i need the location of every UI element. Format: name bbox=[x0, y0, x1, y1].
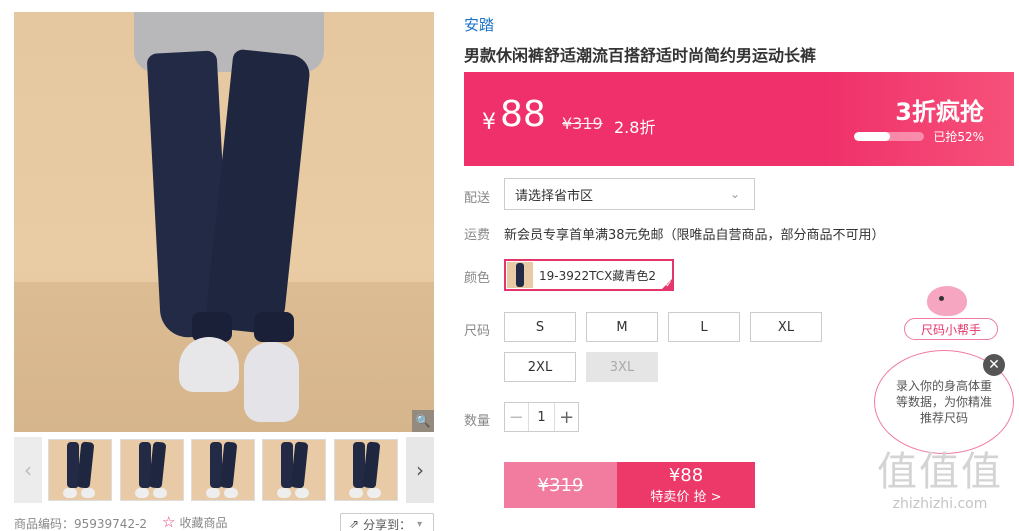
thumbnail[interactable] bbox=[334, 439, 398, 501]
size-label: 尺码 bbox=[464, 324, 491, 339]
color-label: 颜色 bbox=[464, 271, 491, 286]
size-helper-tag[interactable]: 尺码小帮手 bbox=[904, 318, 998, 340]
thumbnail[interactable] bbox=[191, 439, 255, 501]
close-icon[interactable]: ✕ bbox=[983, 354, 1005, 376]
size-option-s[interactable]: S bbox=[504, 312, 576, 342]
chevron-down-icon: ⌄ bbox=[729, 187, 740, 201]
product-main-image[interactable]: 🔍 bbox=[14, 12, 434, 432]
thumbnail[interactable] bbox=[120, 439, 184, 501]
thumbnail-strip: ‹ › bbox=[14, 437, 434, 503]
favorite-button[interactable]: ☆ 收藏商品 bbox=[162, 513, 227, 531]
product-page: 🔍 ‹ › 商品编码：95939742-2 ☆ 收藏商品 ⇗ 分享到： ▾ 安踏… bbox=[0, 0, 1019, 531]
color-swatch bbox=[507, 262, 533, 288]
increment-button[interactable]: + bbox=[554, 403, 578, 431]
sold-progress-bar bbox=[854, 132, 924, 141]
address-placeholder: 请选择省市区 bbox=[515, 188, 594, 204]
thumb-next-icon[interactable]: › bbox=[406, 437, 434, 503]
share-icon: ⇗ bbox=[349, 517, 360, 531]
thumbnail[interactable] bbox=[48, 439, 112, 501]
star-icon: ☆ bbox=[162, 513, 176, 531]
buy-now[interactable]: ¥88 特卖价 抢 > bbox=[617, 462, 755, 508]
freight-label: 运费 bbox=[464, 228, 491, 243]
brand-link[interactable]: 安踏 bbox=[464, 14, 494, 35]
quantity-stepper: − 1 + bbox=[504, 402, 579, 432]
mascot-icon[interactable] bbox=[927, 286, 967, 316]
quantity-value[interactable]: 1 bbox=[529, 403, 555, 431]
size-option-m[interactable]: M bbox=[586, 312, 658, 342]
favorite-label: 收藏商品 bbox=[179, 515, 228, 530]
watermark-url: zhizhizhi.com bbox=[892, 496, 988, 512]
thumbnail[interactable] bbox=[262, 439, 326, 501]
zoom-icon[interactable]: 🔍 bbox=[412, 410, 434, 432]
watermark: 值值值 zhizhizhi.com bbox=[866, 448, 1014, 512]
quantity-label: 数量 bbox=[464, 414, 491, 429]
share-label: 分享到： bbox=[363, 517, 412, 531]
currency-symbol: ¥ bbox=[482, 110, 496, 135]
decrement-button[interactable]: − bbox=[505, 403, 529, 431]
size-helper-text: 录入你的身高体重等数据，为你精准推荐尺码 bbox=[895, 379, 992, 425]
delivery-label: 配送 bbox=[464, 191, 491, 206]
product-title: 男款休闲裤舒适潮流百搭舒适时尚简约男运动长裤 bbox=[464, 46, 817, 65]
discount-rate: 2.8折 bbox=[614, 118, 656, 137]
size-option-2xl[interactable]: 2XL bbox=[504, 352, 576, 382]
checkmark-icon: ✓ bbox=[660, 277, 674, 291]
address-select[interactable]: 请选择省市区 ⌄ bbox=[504, 178, 755, 210]
original-price: ¥319 bbox=[562, 114, 603, 133]
size-option-xl[interactable]: XL bbox=[750, 312, 822, 342]
size-option-3xl: 3XL bbox=[586, 352, 658, 382]
sold-percentage: 已抢52% bbox=[933, 130, 984, 144]
color-option-label: 19-3922TCX藏青色2 bbox=[539, 268, 657, 283]
buy-original-price: ¥319 bbox=[504, 462, 617, 508]
product-code: 商品编码：95939742-2 bbox=[14, 516, 148, 531]
flash-sale-label: 3折疯抢 bbox=[895, 98, 984, 126]
watermark-logo: 值值值 bbox=[877, 449, 1003, 495]
buy-action-label: 特卖价 抢 > bbox=[650, 490, 722, 505]
price-banner: ¥ 88 ¥319 2.8折 3折疯抢 已抢52% bbox=[464, 72, 1014, 166]
freight-info: 新会员专享首单满38元免邮（限唯品自营商品，部分商品不可用） bbox=[504, 228, 885, 243]
chevron-down-icon: ▾ bbox=[417, 518, 423, 530]
size-option-l[interactable]: L bbox=[668, 312, 740, 342]
color-option-selected[interactable]: 19-3922TCX藏青色2 ✓ bbox=[504, 259, 674, 291]
share-button[interactable]: ⇗ 分享到： ▾ bbox=[340, 513, 434, 531]
thumb-prev-icon[interactable]: ‹ bbox=[14, 437, 42, 503]
current-price: 88 bbox=[500, 94, 546, 135]
buy-price: ¥88 bbox=[668, 465, 704, 486]
buy-button[interactable]: ¥319 ¥88 特卖价 抢 > bbox=[504, 462, 755, 508]
